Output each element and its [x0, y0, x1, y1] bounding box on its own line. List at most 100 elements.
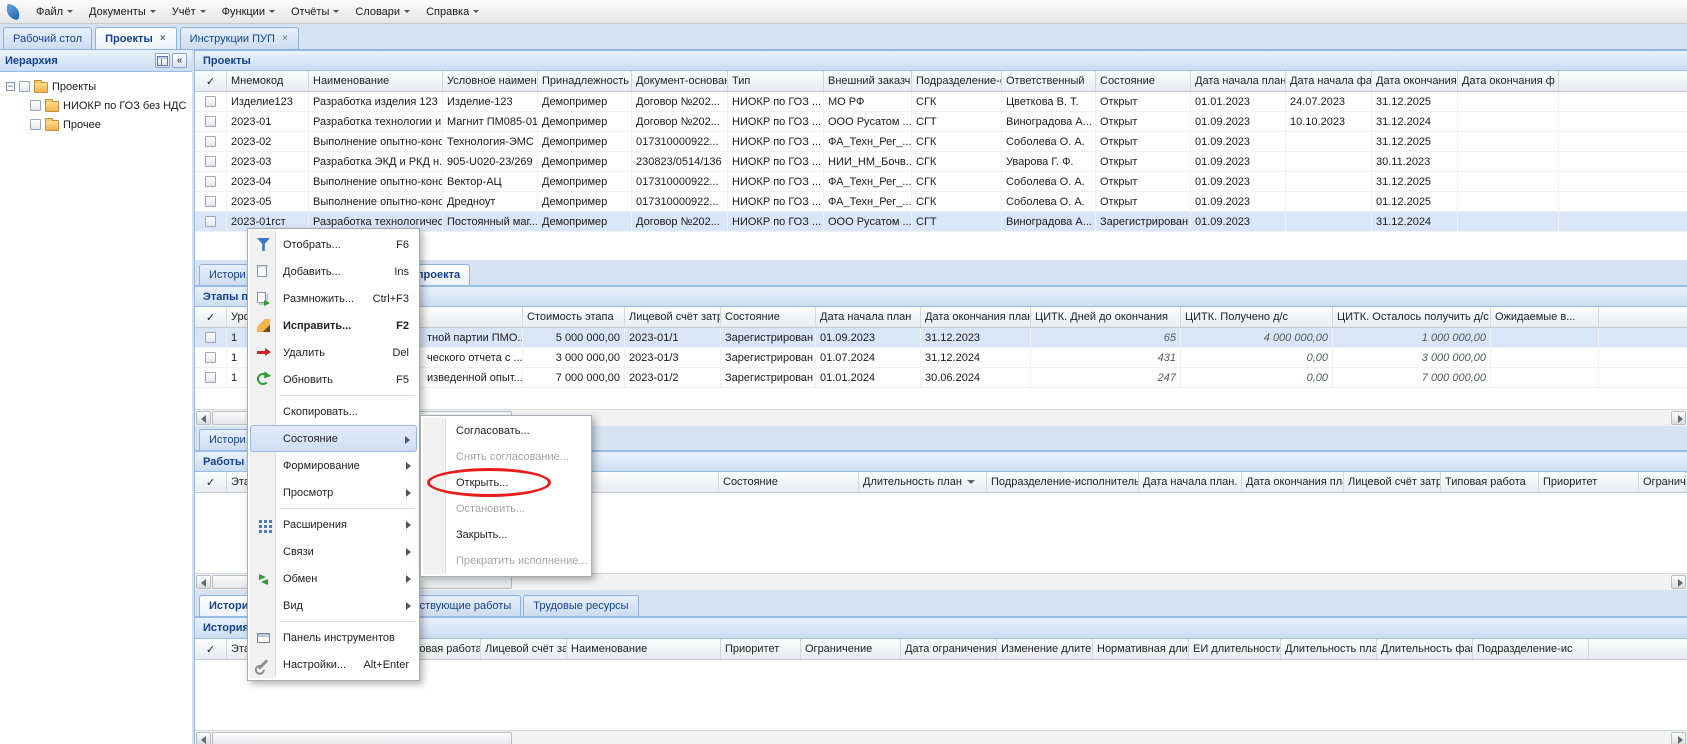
column-header[interactable]: ЕИ длительности [1189, 639, 1281, 659]
menu-item-Обновить[interactable]: ОбновитьF5 [250, 366, 417, 393]
column-header[interactable]: Дата начала план [816, 307, 921, 327]
column-header[interactable]: Наименование [309, 71, 443, 91]
column-header[interactable]: Ограниче... [1639, 472, 1686, 492]
column-header[interactable]: Длительность фак [1377, 639, 1473, 659]
column-header[interactable]: Ограничение [801, 639, 901, 659]
tree-checkbox[interactable] [30, 100, 41, 111]
menubar-item-Учёт[interactable]: Учёт [164, 2, 214, 22]
menu-item-Связи[interactable]: Связи [250, 538, 417, 565]
tab-close-icon[interactable]: × [281, 34, 289, 44]
column-header[interactable]: Состояние [721, 307, 816, 327]
column-header[interactable]: ЦИТК. Осталось получить д/с [1333, 307, 1491, 327]
menu-item-Просмотр[interactable]: Просмотр [250, 479, 417, 506]
column-header[interactable]: Приоритет [721, 639, 801, 659]
column-header[interactable]: Дата ограничения [901, 639, 997, 659]
tree-node[interactable]: НИОКР по ГОЗ без НДС [26, 96, 190, 115]
menu-item-Закрыть[interactable]: Закрыть... [423, 522, 589, 548]
menu-item-Расширения[interactable]: Расширения [250, 511, 417, 538]
scroll-left-icon[interactable] [196, 575, 211, 589]
menubar-item-Справка[interactable]: Справка [418, 2, 487, 22]
collapse-panel-icon[interactable]: « [172, 53, 187, 68]
tab-ствующие работы[interactable]: ствующие работы [410, 595, 522, 616]
column-header[interactable]: Дата окончания план [921, 307, 1031, 327]
tree-checkbox[interactable] [19, 81, 30, 92]
tab-Инструкции ПУП[interactable]: Инструкции ПУП× [180, 27, 299, 49]
column-header[interactable]: Ожидаемые в... [1491, 307, 1599, 327]
column-header[interactable]: Подразделение-ис [1473, 639, 1589, 659]
column-header[interactable]: Подразделение-от [912, 71, 1002, 91]
menubar-item-Файл[interactable]: Файл [28, 2, 81, 22]
column-header[interactable]: Приоритет [1539, 472, 1639, 492]
tab-close-icon[interactable]: × [159, 34, 167, 44]
column-header[interactable]: Лицевой счёт затрат [625, 307, 721, 327]
column-header[interactable]: Дата начала план. [1139, 472, 1242, 492]
column-header[interactable]: Длительность пла [1281, 639, 1377, 659]
row-checkbox[interactable] [205, 332, 216, 343]
menu-item-Открыть[interactable]: Открыть... [423, 470, 589, 496]
column-header[interactable]: Наименование [567, 639, 721, 659]
column-header[interactable]: Нормативная длит [1093, 639, 1189, 659]
column-header[interactable]: Внешний заказчик [824, 71, 912, 91]
scrollbar-thumb[interactable] [212, 732, 512, 744]
column-header[interactable]: Типовая работа [1441, 472, 1539, 492]
menu-item-Удалить[interactable]: УдалитьDel [250, 339, 417, 366]
column-header[interactable]: ✓ [195, 639, 227, 659]
column-header[interactable]: Дата окончания ф [1458, 71, 1559, 91]
scroll-right-icon[interactable] [1671, 411, 1686, 425]
menubar-item-Словари[interactable]: Словари [347, 2, 418, 22]
table-row[interactable]: 2023-04Выполнение опытно-конс...Вектор-А… [195, 172, 1687, 192]
tab-Рабочий стол[interactable]: Рабочий стол [3, 27, 92, 49]
table-row[interactable]: 2023-02Выполнение опытно-конс...Технолог… [195, 132, 1687, 152]
menu-item-Скопировать[interactable]: Скопировать... [250, 398, 417, 425]
tab-Проекты[interactable]: Проекты× [95, 27, 177, 49]
column-header[interactable]: ✓ [195, 472, 227, 492]
table-row[interactable]: 2023-01Разработка технологии и...Магнит … [195, 112, 1687, 132]
column-header[interactable]: Условное наименова [443, 71, 538, 91]
column-header[interactable]: Стоимость этапа [523, 307, 625, 327]
menu-item-Добавить[interactable]: Добавить...Ins [250, 258, 417, 285]
column-header[interactable]: Состояние [719, 472, 859, 492]
table-row[interactable]: 2023-05Выполнение опытно-конс...Дредноут… [195, 192, 1687, 212]
menu-item-Согласовать[interactable]: Согласовать... [423, 418, 589, 444]
tree-checkbox[interactable] [30, 119, 41, 130]
menu-item-Настройки[interactable]: Настройки...Alt+Enter [250, 651, 417, 678]
column-header[interactable]: Документ-основан [632, 71, 728, 91]
row-checkbox[interactable] [205, 156, 216, 167]
row-checkbox[interactable] [205, 96, 216, 107]
row-checkbox[interactable] [205, 136, 216, 147]
column-header[interactable]: Дата начала факт [1286, 71, 1372, 91]
column-header[interactable]: Дата начала план. [1191, 71, 1286, 91]
menubar-item-Функции[interactable]: Функции [214, 2, 283, 22]
menubar-item-Документы[interactable]: Документы [81, 2, 164, 22]
menu-item-Размножить[interactable]: Размножить...Ctrl+F3 [250, 285, 417, 312]
tab-Трудовые ресурсы[interactable]: Трудовые ресурсы [523, 595, 638, 616]
menu-item-Обмен[interactable]: Обмен [250, 565, 417, 592]
row-checkbox[interactable] [205, 196, 216, 207]
panel-grid-icon[interactable] [155, 53, 170, 68]
table-row[interactable]: 2023-03Разработка ЭКД и РКД н...905-U020… [195, 152, 1687, 172]
tree-node[interactable]: Прочее [26, 115, 190, 134]
table-row[interactable]: Изделие123Разработка изделия 123Изделие-… [195, 92, 1687, 112]
column-header[interactable]: Лицевой счёт затр [481, 639, 567, 659]
expander-icon[interactable]: − [6, 82, 15, 91]
row-checkbox[interactable] [205, 352, 216, 363]
column-header[interactable]: Принадлежность [538, 71, 632, 91]
row-checkbox[interactable] [205, 116, 216, 127]
column-header[interactable]: Длительность план [859, 472, 987, 492]
column-header[interactable]: Подразделение-исполнитель. [987, 472, 1139, 492]
column-header[interactable]: Изменение длите [997, 639, 1093, 659]
column-header[interactable]: Лицевой счёт затр [1344, 472, 1441, 492]
column-header[interactable]: Дата окончания п [1372, 71, 1458, 91]
horizontal-scrollbar[interactable] [195, 730, 1687, 744]
menubar-item-Отчёты[interactable]: Отчёты [283, 2, 347, 22]
column-header[interactable]: ЦИТК. Дней до окончания [1031, 307, 1181, 327]
row-checkbox[interactable] [205, 176, 216, 187]
menu-item-Вид[interactable]: Вид [250, 592, 417, 619]
column-header[interactable]: Дата окончания план [1242, 472, 1344, 492]
row-checkbox[interactable] [205, 216, 216, 227]
menu-item-Состояние[interactable]: Состояние [250, 425, 417, 452]
column-header[interactable]: ЦИТК. Получено д/с [1181, 307, 1333, 327]
menu-item-Отобрать[interactable]: Отобрать...F6 [250, 231, 417, 258]
tree-node-root[interactable]: − Проекты [2, 77, 190, 96]
menu-item-Формирование[interactable]: Формирование [250, 452, 417, 479]
